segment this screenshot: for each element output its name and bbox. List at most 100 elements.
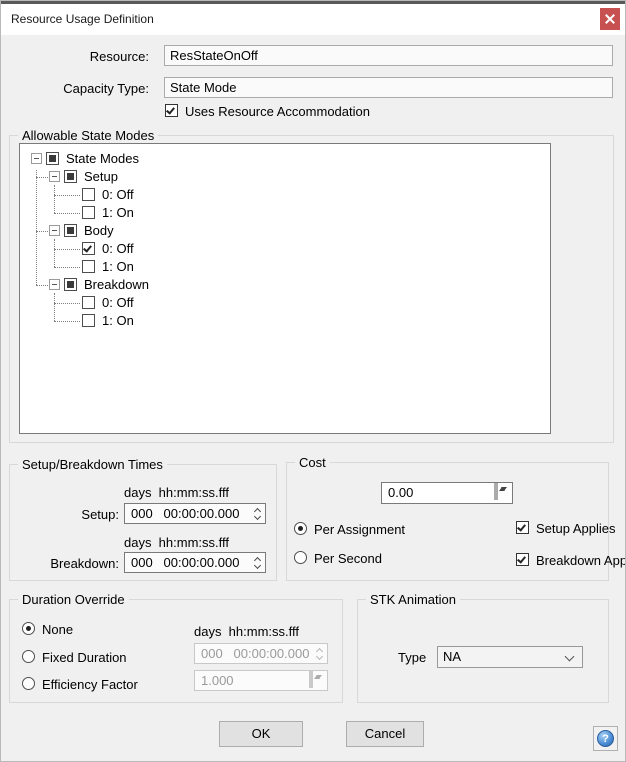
cost-amount-value: 0.00 (388, 485, 413, 500)
tree-item[interactable]: 1: On (20, 312, 550, 330)
per-assignment-label: Per Assignment (314, 522, 405, 537)
per-second-radio[interactable] (294, 551, 307, 564)
help-icon: ? (597, 730, 614, 747)
setup-time-spinner[interactable]: 000 00:00:00.000 (124, 503, 266, 524)
spinner-arrows-icon[interactable] (253, 506, 261, 519)
down-arrow-icon (501, 487, 507, 491)
spin-down-icon (253, 513, 260, 520)
tree-item[interactable]: State Modes (20, 150, 550, 168)
breakdown-time-spinner[interactable]: 000 00:00:00.000 (124, 552, 266, 573)
breakdown-time-format-label: days hh:mm:ss.fff (124, 535, 229, 550)
fixed-duration-spinner: 000 00:00:00.000 (194, 643, 328, 664)
partial-check-icon (49, 155, 56, 162)
minus-icon (34, 158, 39, 159)
breakdown-applies-checkbox[interactable] (516, 553, 529, 566)
tree-item-label[interactable]: Body (84, 223, 114, 238)
tree-collapse-icon[interactable] (49, 279, 60, 290)
cancel-button[interactable]: Cancel (346, 721, 424, 747)
tree-item-checkbox[interactable] (82, 206, 95, 219)
tree-connector (54, 249, 80, 250)
tree-collapse-icon[interactable] (49, 225, 60, 236)
spinner-arrows-icon[interactable] (253, 555, 261, 568)
tree-item[interactable]: 1: On (20, 204, 550, 222)
tree-connector (36, 285, 48, 286)
title-bar: Resource Usage Definition (1, 4, 625, 35)
resource-field[interactable]: ResStateOnOff (164, 45, 613, 66)
per-assignment-radio[interactable] (294, 522, 307, 535)
radio-dot-icon (298, 526, 303, 531)
spin-down-button[interactable] (496, 483, 498, 500)
check-icon (83, 243, 92, 252)
efficiency-factor-label: Efficiency Factor (42, 677, 138, 692)
close-button[interactable] (600, 8, 620, 30)
tree-item-checkbox[interactable] (82, 314, 95, 327)
tree-item[interactable]: Setup (20, 168, 550, 186)
help-button[interactable]: ? (593, 726, 618, 751)
tree-item-label[interactable]: 1: On (102, 205, 134, 220)
partial-check-icon (67, 281, 74, 288)
tree-item-label[interactable]: State Modes (66, 151, 139, 166)
tree-item-label[interactable]: Setup (84, 169, 118, 184)
allowable-state-modes-group-label: Allowable State Modes (18, 128, 158, 143)
duration-override-group-label: Duration Override (18, 592, 129, 607)
setup-time-format-label: days hh:mm:ss.fff (124, 485, 229, 500)
tree-item-checkbox[interactable] (82, 296, 95, 309)
tree-item[interactable]: Body (20, 222, 550, 240)
check-icon (517, 522, 526, 531)
duration-none-radio[interactable] (22, 622, 35, 635)
fixed-duration-value: 000 00:00:00.000 (201, 646, 309, 661)
duration-format-label: days hh:mm:ss.fff (194, 624, 299, 639)
animation-type-value: NA (443, 649, 461, 664)
animation-type-dropdown[interactable]: NA (437, 646, 583, 668)
check-icon (517, 554, 526, 563)
tree-connector (54, 321, 80, 322)
tree-item-label[interactable]: 0: Off (102, 241, 134, 256)
tree-item-checkbox[interactable] (82, 188, 95, 201)
tree-connector (54, 185, 55, 213)
spinner-buttons (309, 672, 326, 689)
capacity-type-label: Capacity Type: (21, 81, 149, 96)
down-arrow-icon (316, 675, 322, 679)
tree-collapse-icon[interactable] (49, 171, 60, 182)
ok-button[interactable]: OK (219, 721, 303, 747)
tree-item[interactable]: 0: Off (20, 240, 550, 258)
state-modes-tree[interactable]: State Modes Setup 0: Off 1: On Body 0: Off 1: … (19, 143, 551, 434)
radio-dot-icon (26, 626, 31, 631)
tree-collapse-icon[interactable] (31, 153, 42, 164)
resource-label: Resource: (21, 49, 149, 64)
uses-resource-accommodation-checkbox[interactable] (165, 104, 178, 117)
breakdown-time-value: 000 00:00:00.000 (131, 555, 239, 570)
tree-item[interactable]: 0: Off (20, 186, 550, 204)
tree-item-checkbox[interactable] (64, 224, 77, 237)
tree-item-checkbox[interactable] (64, 170, 77, 183)
dialog-title: Resource Usage Definition (11, 12, 154, 26)
tree-item[interactable]: 0: Off (20, 294, 550, 312)
setup-applies-checkbox[interactable] (516, 521, 529, 534)
breakdown-time-label: Breakdown: (31, 556, 119, 571)
tree-item-checkbox[interactable] (64, 278, 77, 291)
spinner-buttons[interactable] (494, 484, 511, 502)
setup-time-label: Setup: (31, 507, 119, 522)
tree-item-label[interactable]: 1: On (102, 259, 134, 274)
cost-group-label: Cost (295, 455, 330, 470)
tree-item-checkbox[interactable] (82, 260, 95, 273)
tree-item-label[interactable]: 0: Off (102, 187, 134, 202)
capacity-type-field[interactable]: State Mode (164, 77, 613, 98)
cost-amount-spinner[interactable]: 0.00 (381, 482, 513, 504)
tree-item-label[interactable]: 0: Off (102, 295, 134, 310)
close-icon (605, 14, 615, 24)
stk-animation-group-label: STK Animation (366, 592, 460, 607)
tree-item-label[interactable]: Breakdown (84, 277, 149, 292)
tree-item-checkbox[interactable] (82, 242, 95, 255)
tree-item-label[interactable]: 1: On (102, 313, 134, 328)
setup-breakdown-times-group-label: Setup/Breakdown Times (18, 457, 167, 472)
efficiency-factor-radio[interactable] (22, 677, 35, 690)
tree-connector (54, 293, 55, 321)
animation-type-label: Type (398, 650, 426, 665)
fixed-duration-radio[interactable] (22, 650, 35, 663)
tree-connector (54, 213, 80, 214)
tree-item[interactable]: Breakdown (20, 276, 550, 294)
tree-item[interactable]: 1: On (20, 258, 550, 276)
tree-item-checkbox[interactable] (46, 152, 59, 165)
tree-connector (36, 170, 37, 285)
